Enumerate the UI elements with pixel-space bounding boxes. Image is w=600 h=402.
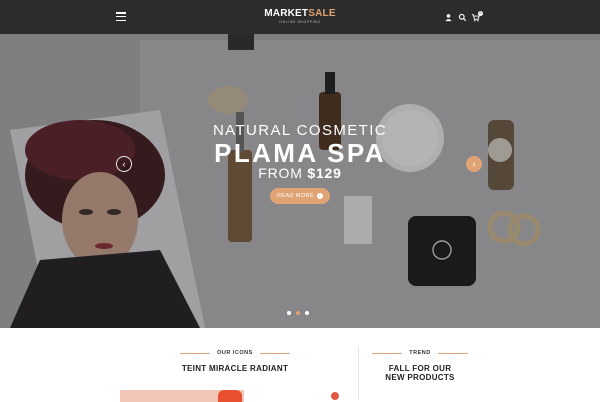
site-logo[interactable]: MARKETSALE ONLINE SHOPPING (0, 8, 600, 24)
featured-sections: OUR ICONS TEINT MIRACLE RADIANT TREND FA… (0, 328, 600, 402)
search-icon[interactable] (458, 13, 467, 22)
right-section-title-line2: NEW PRODUCTS (385, 373, 455, 382)
user-icon[interactable] (444, 13, 453, 22)
read-more-button[interactable]: READ MORE › (270, 188, 330, 204)
left-section-title: TEINT MIRACLE RADIANT (181, 364, 289, 373)
arrow-right-icon: › (316, 192, 323, 199)
product-image[interactable] (120, 390, 244, 402)
cart-count-badge: 0 (478, 11, 483, 16)
slider-pagination (287, 311, 315, 316)
slide-price: $129 (307, 165, 342, 181)
right-heading-line-right (438, 353, 468, 354)
sale-badge (331, 392, 339, 400)
right-heading-line-left (372, 353, 402, 354)
slide-subtitle: NATURAL COSMETIC (212, 122, 388, 139)
section-divider (358, 346, 359, 400)
left-section-kicker: OUR ICONS (217, 350, 253, 356)
left-heading-line-right (260, 353, 290, 354)
slider-next-button[interactable]: › (466, 156, 482, 172)
left-heading-line-left (180, 353, 210, 354)
slider-dot-1[interactable] (287, 311, 291, 315)
slide-price-prefix: FROM (258, 165, 308, 181)
slider-dot-2[interactable] (296, 311, 300, 315)
slider-prev-button[interactable]: ‹ (116, 156, 132, 172)
slider-dot-3[interactable] (305, 311, 309, 315)
top-navigation-bar: MARKETSALE ONLINE SHOPPING 0 (0, 0, 600, 34)
read-more-label: READ MORE (277, 193, 314, 199)
logo-main-text: MARKET (264, 8, 309, 19)
logo-tagline: ONLINE SHOPPING (279, 20, 321, 24)
right-section-kicker: TREND (409, 350, 431, 356)
hero-slider: NATURAL COSMETIC PLAMA SPA FROM $129 REA… (0, 0, 600, 328)
logo-accent-text: SALE (308, 8, 336, 19)
slide-price-line: FROM $129 (0, 165, 600, 181)
